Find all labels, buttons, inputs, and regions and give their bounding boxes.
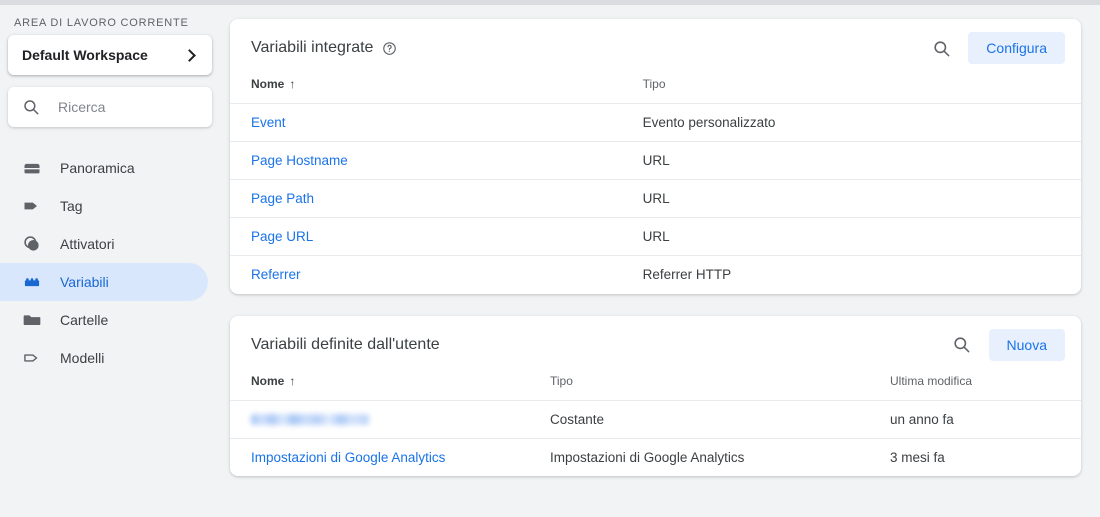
column-header-name[interactable]: Nome ↑	[230, 374, 550, 401]
cell-last-modified: un anno fa	[890, 399, 1081, 438]
cell-type: URL	[642, 141, 1081, 180]
search-icon	[22, 98, 40, 116]
sidebar-search-placeholder: Ricerca	[58, 99, 106, 115]
cell-name: Page Hostname	[230, 141, 643, 180]
card-title-wrap: Variabili integrate	[251, 39, 924, 57]
sort-ascending-icon: ↑	[289, 373, 296, 388]
workspace-section-label: AREA DI LAVORO CORRENTE	[14, 17, 189, 29]
trigger-icon	[22, 234, 44, 254]
cell-type: Evento personalizzato	[642, 103, 1081, 142]
card-user-defined-variables: Variabili definite dall'utente Nuova Nom…	[230, 315, 1081, 476]
tag-icon	[22, 196, 44, 216]
sort-ascending-icon: ↑	[289, 77, 296, 91]
variable-link[interactable]: Referrer	[251, 267, 301, 282]
table-header-row: Nome ↑ Tipo	[230, 77, 1081, 104]
card-search-icon[interactable]	[945, 328, 979, 362]
sidebar-item-modelli[interactable]: Modelli	[0, 339, 208, 377]
workspace-name: Default Workspace	[22, 47, 148, 63]
card-title-wrap: Variabili definite dall'utente	[251, 336, 945, 354]
variable-link[interactable]: Page Path	[251, 191, 314, 206]
help-icon[interactable]	[382, 41, 397, 56]
cell-name: Page URL	[230, 217, 643, 256]
card-header: Variabili integrate Configura	[230, 19, 1081, 77]
cell-type: URL	[642, 217, 1081, 256]
column-header-last-modified[interactable]: Ultima modifica	[890, 374, 1081, 401]
sidebar-item-label: Panoramica	[60, 160, 135, 176]
sidebar-item-label: Modelli	[60, 350, 105, 366]
cell-type: Referrer HTTP	[642, 255, 1081, 294]
sidebar: AREA DI LAVORO CORRENTE Default Workspac…	[0, 5, 220, 517]
card-builtin-variables: Variabili integrate Configura Nome ↑ Tip…	[230, 19, 1081, 294]
cell-name: Page Path	[230, 179, 643, 218]
cell-type: Impostazioni di Google Analytics	[550, 437, 890, 476]
configure-button[interactable]: Configura	[968, 32, 1065, 64]
table-header-row: Nome ↑ Tipo Ultima modifica	[230, 374, 1081, 401]
user-variables-table: Nome ↑ Tipo Ultima modifica Costante un a…	[230, 374, 1081, 476]
variable-link[interactable]: Impostazioni di Google Analytics	[251, 450, 445, 465]
table-row[interactable]: Referrer Referrer HTTP	[230, 255, 1081, 294]
new-variable-button[interactable]: Nuova	[988, 328, 1065, 361]
table-row[interactable]: Page URL URL	[230, 217, 1081, 256]
variable-link[interactable]: Page Hostname	[251, 153, 348, 168]
cell-last-modified: 3 mesi fa	[890, 437, 1081, 476]
table-row[interactable]: Page Path URL	[230, 179, 1081, 218]
cell-type: URL	[642, 179, 1081, 218]
card-search-icon[interactable]	[924, 31, 958, 65]
builtin-variables-table: Nome ↑ Tipo Event Evento personalizzato P…	[230, 77, 1081, 294]
sidebar-item-label: Tag	[60, 198, 83, 214]
sidebar-item-cartelle[interactable]: Cartelle	[0, 301, 208, 339]
table-row[interactable]: Impostazioni di Google Analytics Imposta…	[230, 437, 1081, 476]
table-row[interactable]: Costante un anno fa	[230, 399, 1081, 438]
column-label: Nome	[251, 77, 285, 91]
card-header: Variabili definite dall'utente Nuova	[230, 316, 1081, 374]
chevron-right-icon	[183, 48, 196, 62]
sidebar-item-tag[interactable]: Tag	[0, 187, 208, 225]
sidebar-search[interactable]: Ricerca	[8, 87, 212, 127]
column-header-type[interactable]: Tipo	[643, 77, 1081, 104]
redacted-variable-name[interactable]	[251, 414, 369, 426]
sidebar-item-label: Cartelle	[60, 312, 109, 328]
sidebar-item-attivatori[interactable]: Attivatori	[0, 225, 208, 263]
workspace-selector[interactable]: Default Workspace	[8, 35, 212, 75]
sidebar-item-variabili[interactable]: Variabili	[0, 263, 208, 301]
main-content: Variabili integrate Configura Nome ↑ Tip…	[220, 5, 1100, 517]
cell-name	[230, 399, 550, 438]
sidebar-item-label: Attivatori	[60, 236, 115, 252]
sidebar-item-panoramica[interactable]: Panoramica	[0, 149, 208, 187]
column-header-type[interactable]: Tipo	[550, 374, 890, 401]
cell-name: Impostazioni di Google Analytics	[230, 437, 550, 476]
cell-name: Referrer	[230, 255, 643, 294]
card-title: Variabili definite dall'utente	[251, 335, 440, 353]
table-row[interactable]: Event Evento personalizzato	[230, 103, 1081, 142]
cell-type: Costante	[550, 399, 890, 438]
table-row[interactable]: Page Hostname URL	[230, 141, 1081, 180]
sidebar-nav: Panoramica Tag Attivatori Variabili Cart…	[0, 149, 220, 377]
variable-link[interactable]: Event	[251, 115, 286, 130]
column-header-name[interactable]: Nome ↑	[230, 77, 643, 104]
variable-link[interactable]: Page URL	[251, 229, 313, 244]
sidebar-item-label: Variabili	[60, 274, 109, 290]
variable-icon	[22, 272, 44, 292]
folder-icon	[22, 310, 44, 330]
column-label: Nome	[251, 373, 285, 388]
template-icon	[22, 348, 44, 368]
cell-name: Event	[230, 103, 643, 142]
overview-icon	[22, 158, 44, 178]
card-title: Variabili integrate	[251, 39, 374, 56]
